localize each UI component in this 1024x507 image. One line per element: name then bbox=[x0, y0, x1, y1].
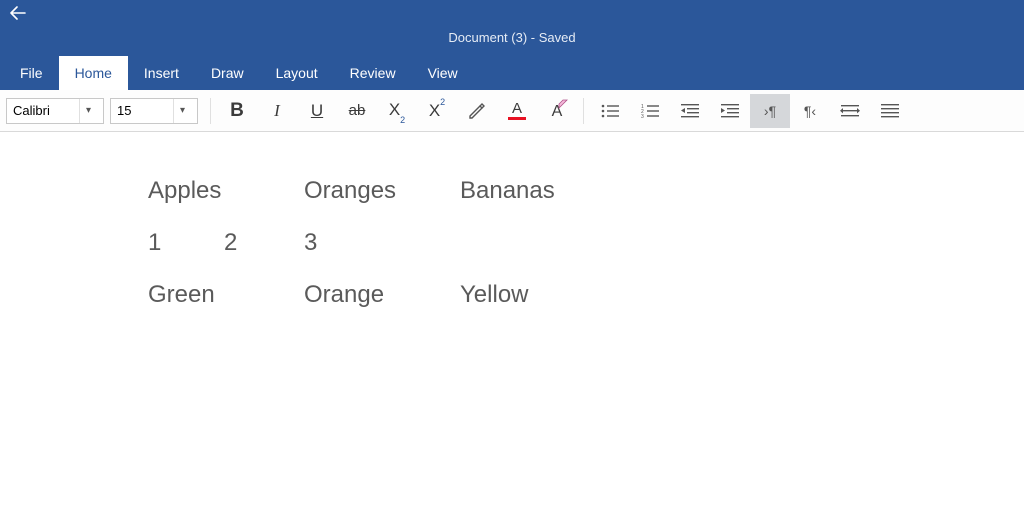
document-row-3: Green Orange Yellow bbox=[148, 281, 1024, 309]
numbered-list-icon: 1 2 3 bbox=[640, 103, 660, 119]
svg-text:3: 3 bbox=[641, 114, 644, 119]
highlight-button[interactable] bbox=[457, 94, 497, 128]
clear-formatting-button[interactable]: A bbox=[537, 94, 577, 128]
font-size-combo[interactable]: ▾ bbox=[110, 98, 198, 124]
bulleted-list-button[interactable] bbox=[590, 94, 630, 128]
doc-cell: Yellow bbox=[460, 281, 616, 309]
document-canvas[interactable]: Apples Oranges Bananas 1 2 3 Green Orang… bbox=[0, 132, 1024, 309]
superscript-button[interactable]: X2 bbox=[417, 94, 457, 128]
bold-button[interactable]: B bbox=[217, 94, 257, 128]
strikethrough-icon: ab bbox=[349, 102, 366, 119]
highlight-icon bbox=[467, 101, 487, 121]
subscript-button[interactable]: X2 bbox=[377, 94, 417, 128]
subscript-icon: X2 bbox=[389, 100, 405, 121]
underline-icon: U bbox=[311, 101, 323, 121]
document-row-1: Apples Oranges Bananas bbox=[148, 177, 1024, 205]
font-color-button[interactable]: A bbox=[497, 94, 537, 128]
tab-insert[interactable]: Insert bbox=[128, 56, 195, 90]
ribbon: ▾ ▾ B I U ab X2 X2 A A 1 bbox=[0, 90, 1024, 132]
tab-home[interactable]: Home bbox=[59, 56, 128, 90]
doc-cell: Green bbox=[148, 281, 304, 309]
italic-button[interactable]: I bbox=[257, 94, 297, 128]
font-name-combo[interactable]: ▾ bbox=[6, 98, 104, 124]
decrease-indent-icon bbox=[680, 103, 700, 119]
bold-icon: B bbox=[230, 100, 244, 122]
font-color-icon: A bbox=[508, 101, 526, 120]
increase-indent-button[interactable] bbox=[710, 94, 750, 128]
doc-cell: Apples bbox=[148, 177, 304, 205]
underline-button[interactable]: U bbox=[297, 94, 337, 128]
tab-draw[interactable]: Draw bbox=[195, 56, 260, 90]
superscript-icon: X2 bbox=[429, 101, 445, 121]
doc-cell: Orange bbox=[304, 281, 460, 309]
font-size-input[interactable] bbox=[111, 99, 173, 123]
font-name-dropdown-icon[interactable]: ▾ bbox=[79, 99, 97, 123]
doc-cell: Bananas bbox=[460, 177, 616, 205]
doc-cell: Oranges bbox=[304, 177, 460, 205]
document-row-2: 1 2 3 bbox=[148, 229, 1024, 257]
bulleted-list-icon bbox=[600, 103, 620, 119]
back-button[interactable] bbox=[10, 6, 26, 25]
doc-cell: 2 bbox=[224, 229, 304, 257]
font-name-input[interactable] bbox=[7, 99, 79, 123]
tab-view[interactable]: View bbox=[412, 56, 474, 90]
tab-file[interactable]: File bbox=[4, 56, 59, 90]
rtl-paragraph-icon: ¶‹ bbox=[804, 103, 816, 119]
italic-icon: I bbox=[274, 101, 280, 121]
ltr-paragraph-icon: ›¶ bbox=[764, 103, 776, 119]
ribbon-tabs: File Home Insert Draw Layout Review View bbox=[0, 53, 1024, 90]
align-justify-button[interactable] bbox=[870, 94, 910, 128]
ltr-paragraph-button[interactable]: ›¶ bbox=[750, 94, 790, 128]
doc-cell: 3 bbox=[304, 229, 460, 257]
align-justify-icon bbox=[880, 103, 900, 119]
rtl-paragraph-button[interactable]: ¶‹ bbox=[790, 94, 830, 128]
tab-layout[interactable]: Layout bbox=[260, 56, 334, 90]
numbered-list-button[interactable]: 1 2 3 bbox=[630, 94, 670, 128]
strikethrough-button[interactable]: ab bbox=[337, 94, 377, 128]
font-size-dropdown-icon[interactable]: ▾ bbox=[173, 99, 191, 123]
increase-indent-icon bbox=[720, 103, 740, 119]
decrease-indent-button[interactable] bbox=[670, 94, 710, 128]
document-title: Document (3) - Saved bbox=[0, 30, 1024, 45]
align-distribute-button[interactable] bbox=[830, 94, 870, 128]
doc-cell: 1 bbox=[148, 229, 224, 257]
align-distribute-icon bbox=[840, 103, 860, 119]
tab-review[interactable]: Review bbox=[334, 56, 412, 90]
clear-formatting-icon: A bbox=[552, 101, 563, 121]
